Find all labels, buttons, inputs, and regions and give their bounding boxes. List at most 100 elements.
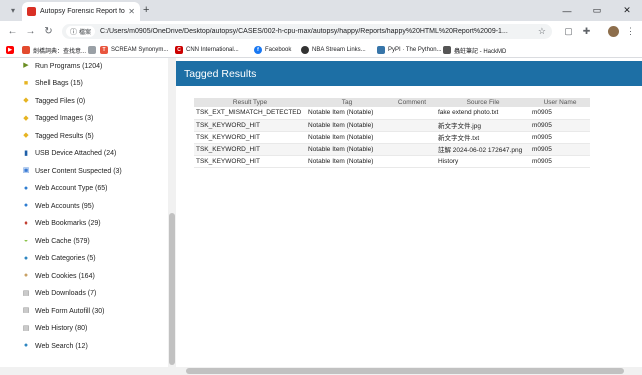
column-header: Source File	[436, 98, 530, 107]
table-cell: TSK_KEYWORD_HIT	[194, 131, 306, 144]
tab-title: Autopsy Forensic Report for c	[40, 8, 126, 15]
bookmark-label: 蟲蛀筆記 - HackMD	[454, 48, 507, 55]
sidebar-item[interactable]: ▤ Web Downloads (7)	[22, 288, 97, 300]
sidebar-item-label: User Content Suspected (3)	[35, 167, 122, 175]
table-cell	[388, 119, 436, 132]
back-icon[interactable]: ←	[6, 25, 19, 38]
sidebar-item-label: Web Search (12)	[35, 342, 88, 350]
pypi-icon	[377, 46, 385, 54]
sidebar-scrollbar[interactable]	[168, 58, 176, 367]
cache-icon: ◒	[23, 237, 29, 244]
sidebar-item[interactable]: ▶ Run Programs (1204)	[22, 60, 102, 72]
table-cell: TSK_KEYWORD_HIT	[194, 143, 306, 156]
sidebar-item-label: Web Categories (5)	[35, 255, 96, 262]
folder-icon: ■	[23, 79, 29, 87]
sidebar-item[interactable]: ▣ User Content Suspected (3)	[22, 165, 122, 177]
table-cell	[388, 131, 436, 144]
tab-bar: ▾ Autopsy Forensic Report for c ✕ + — ▭ …	[0, 0, 642, 21]
sidebar-item-label: Shell Bags (15)	[35, 80, 83, 87]
sidebar-item[interactable]: ◆ Tagged Files (0)	[22, 95, 85, 107]
url-text[interactable]: C:/Users/m0905/OneDrive/Desktop/autopsy/…	[100, 28, 538, 35]
sidebar-item[interactable]: ◒ Web Cache (579)	[22, 235, 90, 247]
tab-close-icon[interactable]: ✕	[128, 7, 135, 16]
bookmark-scream[interactable]: T SCREAM Synonym...	[100, 44, 168, 56]
horizontal-scrollbar[interactable]	[0, 367, 642, 375]
sidebar-scroll-thumb[interactable]	[169, 213, 175, 365]
globe-icon: ●	[23, 342, 29, 349]
thesaurus-icon: T	[100, 46, 108, 54]
column-header: User Name	[530, 98, 590, 107]
sidebar-item-label: Web Cookies (164)	[35, 272, 95, 280]
active-tab[interactable]: Autopsy Forensic Report for c ✕	[22, 2, 140, 21]
table-cell: Notable Item (Notable)	[306, 119, 388, 132]
bookmark-pypi[interactable]: PyPI · The Python...	[377, 44, 442, 56]
close-window-icon[interactable]: ✕	[612, 0, 642, 21]
sidebar-item[interactable]: ● Web Categories (5)	[22, 253, 96, 265]
bookmark-facebook[interactable]: f Facebook	[254, 44, 291, 56]
forward-icon[interactable]: →	[24, 25, 37, 38]
sidebar-item-label: Web Bookmarks (29)	[35, 220, 101, 227]
sidebar-item-label: Web Account Type (65)	[35, 185, 108, 192]
sidebar-item[interactable]: ▮ USB Device Attached (24)	[22, 148, 116, 160]
table-cell: Notable Item (Notable)	[306, 143, 388, 156]
bookmark-cnn[interactable]: C CNN International...	[175, 44, 239, 56]
maximize-icon[interactable]: ▭	[582, 0, 612, 21]
sidebar-item-label: Tagged Images (3)	[35, 115, 94, 122]
bookmark-nba[interactable]: NBA Stream Links...	[301, 44, 366, 56]
sidebar-item[interactable]: ● Web Accounts (95)	[22, 200, 94, 212]
cookie-icon: ●	[23, 272, 29, 279]
table-cell	[388, 143, 436, 156]
table-cell: 註解 2024-06-02 172647.png	[436, 143, 530, 156]
sidebar-item[interactable]: ▤ Web History (80)	[22, 323, 88, 335]
bookmark-star-icon[interactable]: ☆	[538, 26, 546, 37]
sidebar-item[interactable]: ■ Shell Bags (15)	[22, 78, 83, 90]
extensions-icon[interactable]: ✚	[580, 25, 593, 38]
sidebar-item-label: Tagged Files (0)	[35, 97, 86, 105]
sidebar-item-label: Web Form Autofill (30)	[35, 307, 105, 315]
nba-icon	[301, 46, 309, 54]
table-cell: fake extend photo.txt	[436, 107, 530, 120]
tag-icon: ◆	[23, 114, 29, 122]
sidebar-item[interactable]: ● Web Cookies (164)	[22, 270, 95, 282]
youtube-icon: ▶	[6, 46, 14, 54]
minimize-icon[interactable]: —	[552, 0, 582, 21]
site-info-chip[interactable]: ⓘ 檔案	[66, 26, 96, 37]
horizontal-scroll-thumb[interactable]	[186, 368, 624, 374]
browser-toolbar: ← → ↻ ⓘ 檔案 C:/Users/m0905/OneDrive/Deskt…	[0, 21, 642, 42]
window-controls: — ▭ ✕	[552, 0, 642, 21]
address-bar[interactable]: ⓘ 檔案 C:/Users/m0905/OneDrive/Desktop/aut…	[62, 24, 552, 39]
site-chip-label: 檔案	[79, 30, 92, 36]
table-row: TSK_EXT_MISMATCH_DETECTED Notable Item (N…	[194, 107, 590, 120]
bookmark-label: PyPI · The Python...	[388, 47, 442, 53]
sidebar-item[interactable]: ◆ Tagged Images (3)	[22, 113, 93, 125]
bookmark-label: 劍橋詞典：查找意...	[33, 48, 87, 55]
tag-icon: ◆	[23, 132, 29, 139]
sidebar-item[interactable]: ● Web Account Type (65)	[22, 183, 108, 195]
history-icon: ▤	[22, 324, 30, 332]
table-cell: m0905	[530, 155, 590, 168]
new-tab-icon[interactable]: +	[143, 4, 149, 16]
globe-icon: ●	[23, 254, 29, 262]
reload-icon[interactable]: ↻	[42, 25, 55, 38]
bookmark-youtube[interactable]: ▶	[6, 44, 17, 56]
bookmark-cambridge[interactable]: 劍橋詞典：查找意...	[22, 44, 86, 56]
sidebar-item-label: Web Downloads (7)	[35, 290, 97, 297]
hackmd-icon	[443, 46, 451, 54]
tab-search-icon[interactable]: ▾	[6, 4, 20, 17]
image-icon: ▣	[22, 167, 30, 174]
page-title: Tagged Results	[184, 67, 257, 80]
sidebar-item[interactable]: ▤ Web Form Autofill (30)	[22, 305, 105, 317]
sidebar-item[interactable]: ◆ Tagged Results (5)	[22, 130, 93, 142]
sidebar-item[interactable]: ♦ Web Bookmarks (29)	[22, 218, 101, 230]
usb-icon: ▮	[24, 149, 28, 157]
bookmark-folder[interactable]	[88, 44, 99, 56]
sidebar-item-label: Web Accounts (95)	[35, 202, 95, 210]
avatar[interactable]	[608, 26, 619, 37]
menu-icon[interactable]: ⋮	[624, 25, 637, 38]
cast-icon[interactable]: ▢	[562, 25, 575, 38]
table-cell	[388, 155, 436, 168]
sidebar-item[interactable]: ● Web Search (12)	[22, 340, 88, 352]
bookmark-hackmd[interactable]: 蟲蛀筆記 - HackMD	[443, 44, 506, 56]
run-icon: ▶	[23, 62, 29, 69]
sidebar-item-label: Run Programs (1204)	[35, 62, 103, 70]
